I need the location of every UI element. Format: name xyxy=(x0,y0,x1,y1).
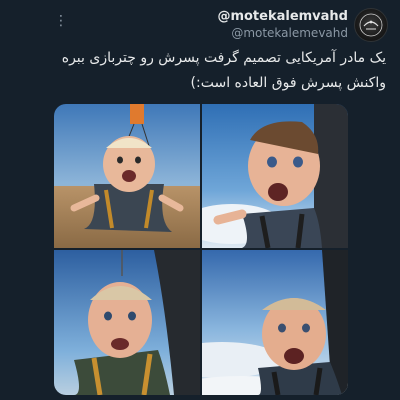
more-options-icon[interactable]: ⋮ xyxy=(54,12,68,30)
avatar[interactable] xyxy=(354,8,388,42)
baby-skydiving-photo-4[interactable] xyxy=(202,250,348,395)
tweet-author[interactable]: @motekalemvahd @motekalemevahd xyxy=(217,8,348,41)
baby-skydiving-photo-1[interactable] xyxy=(54,104,200,248)
tweet-text: یک مادر آمریکایی تصمیم گرفت پسرش رو چترب… xyxy=(61,50,386,91)
media-grid[interactable] xyxy=(54,104,348,395)
avatar-logo-icon xyxy=(359,13,383,37)
user-handle[interactable]: @motekalemevahd xyxy=(217,25,348,41)
baby-skydiving-photo-3[interactable] xyxy=(54,250,200,395)
display-name[interactable]: @motekalemvahd xyxy=(217,8,348,25)
baby-skydiving-photo-2[interactable] xyxy=(202,104,348,248)
